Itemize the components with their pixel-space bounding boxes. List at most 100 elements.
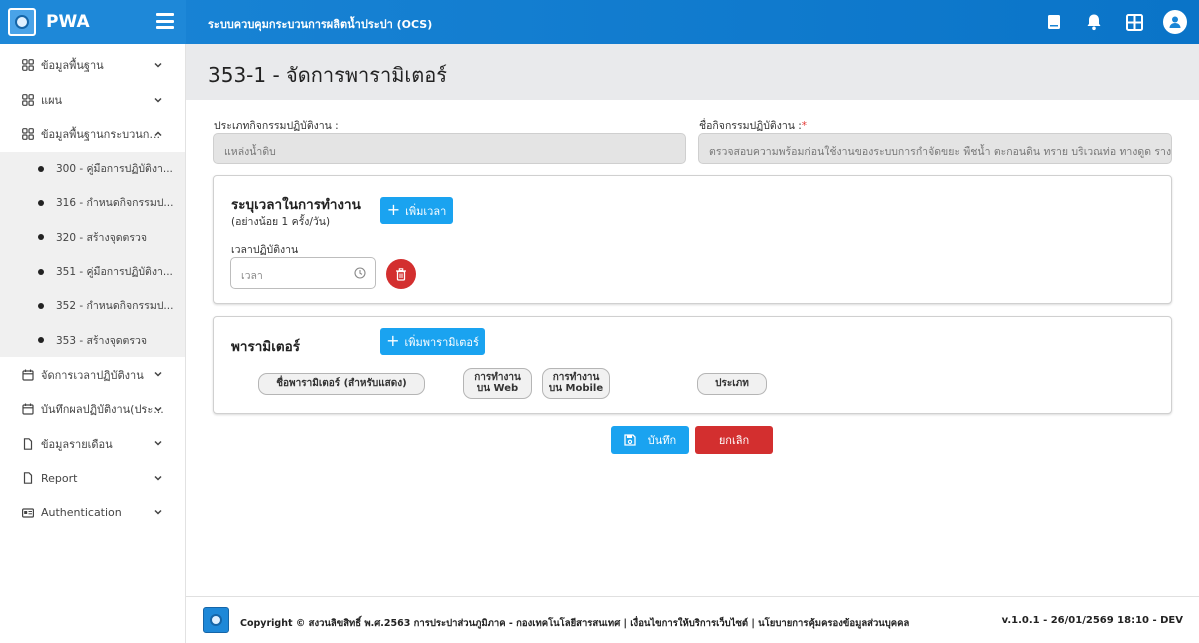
sidebar-item-plan[interactable]: แผน [0, 83, 185, 118]
brand[interactable]: PWA [0, 0, 186, 44]
grid-icon [22, 128, 34, 141]
sidebar-item-process-data[interactable]: ข้อมูลพื้นฐานกระบวนก... [0, 117, 185, 152]
column-web-line1: การทำงาน [474, 372, 521, 383]
column-parameter-name[interactable]: ชื่อพารามิเตอร์ (สำหรับแสดง) [258, 373, 425, 395]
page-title: 353-1 - จัดการพารามิเตอร์ [208, 63, 447, 87]
sidebar-subitem-351[interactable]: 351 - คู่มือการปฏิบัติงา... [0, 254, 185, 288]
chevron-down-icon [154, 475, 162, 481]
activity-type-field: แหล่งน้ำดิบ [213, 133, 686, 164]
sidebar-subitem-label: 320 - สร้างจุดตรวจ [56, 231, 148, 244]
add-time-label: เพิ่มเวลา [405, 204, 447, 218]
footer: Copyright © สงวนลิขสิทธิ์ พ.ศ.2563 การปร… [186, 596, 1199, 643]
grid-icon [22, 59, 34, 72]
sidebar-subitem-label: 300 - คู่มือการปฏิบัติงา... [56, 163, 173, 176]
work-time-subtitle: (อย่างน้อย 1 ครั้ง/วัน) [231, 216, 331, 228]
sidebar-item-authentication[interactable]: Authentication [0, 495, 185, 530]
grid-icon[interactable] [1123, 11, 1145, 33]
document-icon [22, 472, 34, 484]
column-mobile[interactable]: การทำงาน บน Mobile [542, 368, 610, 399]
chevron-down-icon [154, 510, 162, 515]
clock-icon [354, 267, 366, 279]
chevron-down-icon [154, 372, 162, 377]
activity-type-label: ประเภทกิจกรรมปฏิบัติงาน : [214, 120, 339, 132]
user-icon[interactable] [1163, 10, 1187, 34]
bullet-icon [38, 268, 44, 275]
cancel-label: ยกเลิก [718, 434, 750, 447]
column-web-line2: บน Web [476, 382, 519, 394]
calendar-icon [22, 403, 34, 415]
activity-name-field: ตรวจสอบความพร้อมก่อนใช้งานของระบบการกำจั… [698, 133, 1172, 164]
bullet-icon [38, 234, 44, 241]
sidebar-item-label: ข้อมูลรายเดือน [41, 437, 113, 451]
activity-name-value: ตรวจสอบความพร้อมก่อนใช้งานของระบบการกำจั… [709, 146, 1172, 158]
sidebar-subitem-320[interactable]: 320 - สร้างจุดตรวจ [0, 220, 185, 254]
plus-icon: + [386, 330, 400, 350]
activity-name-label-text: ชื่อกิจกรรมปฏิบัติงาน : [699, 120, 802, 132]
sidebar-subitem-353[interactable]: 353 - สร้างจุดตรวจ [0, 323, 185, 357]
sidebar-item-label: ข้อมูลพื้นฐาน [41, 59, 104, 73]
bell-icon[interactable] [1083, 11, 1105, 33]
calendar-icon [22, 369, 34, 381]
chevron-down-icon [154, 406, 162, 412]
column-web[interactable]: การทำงาน บน Web [463, 368, 532, 399]
sidebar-item-label: Authentication [41, 506, 122, 520]
time-input-placeholder: เวลา [241, 270, 263, 282]
sidebar-subitem-316[interactable]: 316 - กำหนดกิจกรรมป... [0, 186, 185, 220]
document-icon [22, 437, 34, 450]
page-header: 353-1 - จัดการพารามิเตอร์ [186, 44, 1199, 100]
sidebar-subitem-352[interactable]: 352 - กำหนดกิจกรรมป... [0, 289, 185, 323]
add-parameter-button[interactable]: + เพิ่มพารามิเตอร์ [380, 328, 485, 355]
plus-icon: + [386, 199, 401, 219]
header-actions [1043, 10, 1187, 34]
trash-icon [396, 267, 406, 281]
pwa-logo-icon [203, 607, 229, 633]
sidebar-item-schedule[interactable]: จัดการเวลาปฏิบัติงาน [0, 357, 185, 392]
save-button[interactable]: บันทึก [611, 426, 689, 454]
sidebar-subitem-label: 353 - สร้างจุดตรวจ [56, 334, 148, 347]
sidebar-item-label: แผน [41, 93, 63, 107]
menu-toggle-icon[interactable] [156, 13, 174, 29]
floppy-disk-icon [624, 434, 636, 446]
app-title: ระบบควบคุมกระบวนการผลิตน้ำประปา (OCS) [208, 18, 433, 31]
bullet-icon [38, 302, 44, 309]
id-card-icon [22, 507, 34, 519]
chevron-down-icon [154, 62, 162, 68]
sidebar-subitem-300[interactable]: 300 - คู่มือการปฏิบัติงา... [0, 152, 185, 186]
add-time-button[interactable]: + เพิ่มเวลา [380, 197, 453, 224]
sidebar-subitem-label: 351 - คู่มือการปฏิบัติงา... [56, 266, 173, 279]
column-type[interactable]: ประเภท [697, 373, 767, 395]
sidebar-item-monthly[interactable]: ข้อมูลรายเดือน [0, 426, 185, 461]
bullet-icon [38, 337, 44, 344]
column-type-label: ประเภท [715, 377, 749, 389]
footer-copyright: Copyright © สงวนลิขสิทธิ์ พ.ศ.2563 การปร… [240, 618, 910, 629]
save-label: บันทึก [647, 434, 677, 447]
chevron-down-icon [154, 441, 162, 446]
sidebar-item-record-results[interactable]: บันทึกผลปฏิบัติงาน(ประ... [0, 392, 185, 427]
sidebar-item-report[interactable]: Report [0, 461, 185, 496]
bullet-icon [38, 199, 44, 206]
column-mobile-line1: การทำงาน [552, 372, 600, 383]
app-version: v.1.0.1 - 26/01/2569 18:10 - DEV [1001, 615, 1183, 626]
chevron-up-icon [154, 131, 162, 137]
sidebar-submenu: 300 - คู่มือการปฏิบัติงา... 316 - กำหนดก… [0, 151, 185, 358]
sidebar-item-label: บันทึกผลปฏิบัติงาน(ประ... [41, 403, 164, 417]
parameter-title: พารามิเตอร์ [231, 339, 300, 355]
sidebar-subitem-label: 316 - กำหนดกิจกรรมป... [56, 197, 174, 210]
bullet-icon [38, 165, 44, 172]
sidebar: ข้อมูลพื้นฐาน แผน ข้อมูลพื้นฐานกระบวนก..… [0, 44, 186, 643]
column-mobile-line2: บน Mobile [548, 382, 604, 394]
time-input[interactable]: เวลา [230, 257, 376, 289]
work-time-field-label: เวลาปฏิบัติงาน [231, 244, 299, 256]
sidebar-item-label: Report [41, 471, 78, 485]
brand-name: PWA [46, 12, 90, 32]
sidebar-item-label: ข้อมูลพื้นฐานกระบวนก... [41, 128, 160, 142]
add-parameter-label: เพิ่มพารามิเตอร์ [404, 335, 479, 349]
required-marker: * [801, 120, 808, 132]
delete-time-button[interactable] [386, 259, 416, 289]
sidebar-item-label: จัดการเวลาปฏิบัติงาน [41, 368, 144, 382]
cancel-button[interactable]: ยกเลิก [695, 426, 773, 454]
activity-type-value: แหล่งน้ำดิบ [224, 146, 276, 158]
book-icon[interactable] [1043, 11, 1065, 33]
sidebar-item-basic-data[interactable]: ข้อมูลพื้นฐาน [0, 48, 185, 83]
parameter-card: พารามิเตอร์ + เพิ่มพารามิเตอร์ ชื่อพาราม… [213, 316, 1172, 414]
